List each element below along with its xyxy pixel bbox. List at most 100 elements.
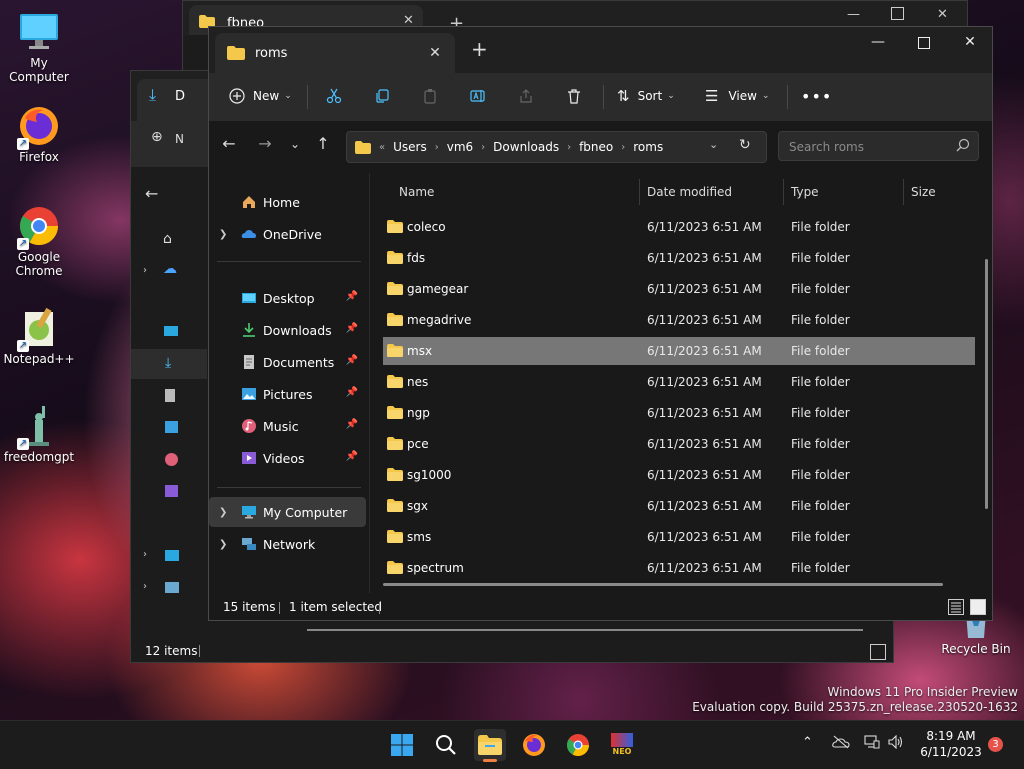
breadcrumb-fbneo[interactable]: fbneo [579,140,613,154]
clock[interactable]: 8:19 AM 6/11/2023 [918,728,984,760]
firefox-taskbar-button[interactable] [518,729,550,761]
details-view-toggle-icon[interactable] [870,644,886,660]
file-row[interactable]: fds 6/11/2023 6:51 AM File folder [383,244,975,272]
desktop-icon[interactable] [164,326,178,336]
maximize-icon[interactable] [891,7,904,20]
file-row[interactable]: pce 6/11/2023 6:51 AM File folder [383,430,975,458]
more-options-icon[interactable]: ••• [801,81,832,111]
search-taskbar-button[interactable] [430,729,462,761]
vertical-scrollbar[interactable] [985,259,988,509]
horizontal-scrollbar[interactable] [383,583,943,586]
file-row[interactable]: sg1000 6/11/2023 6:51 AM File folder [383,461,975,489]
chrome-taskbar-button[interactable] [562,729,594,761]
file-row[interactable]: gamegear 6/11/2023 6:51 AM File folder [383,275,975,303]
nav-item-my-computer[interactable]: ❯ My Computer [209,497,366,527]
music-icon[interactable] [165,453,178,466]
notification-badge[interactable]: 3 [988,737,1003,752]
expand-chevron-icon[interactable]: ❯ [219,229,227,240]
breadcrumb-separator-icon[interactable]: › [435,142,439,153]
copy-icon[interactable] [371,85,393,107]
column-header-type[interactable]: Type [791,179,819,205]
file-row[interactable]: spectrum 6/11/2023 6:51 AM File folder [383,554,975,582]
expand-chevron-icon[interactable]: ❯ [219,507,227,518]
onedrive-offline-icon[interactable] [832,735,850,753]
nav-item-videos[interactable]: Videos 📌 [209,443,366,473]
up-arrow-icon[interactable]: ↑ [313,135,333,155]
refresh-icon[interactable]: ↻ [739,137,751,153]
view-button[interactable]: ☰ View ⌄ [705,81,769,111]
sort-button[interactable]: ⇅ Sort ⌄ [617,81,675,111]
column-header-date-modified[interactable]: Date modified [647,179,732,205]
network-icon[interactable] [165,582,179,593]
details-view-icon[interactable] [948,599,964,615]
column-divider[interactable] [639,179,640,205]
onedrive-icon[interactable]: ☁ [163,261,177,277]
desktop-icon-freedomgpt[interactable]: ↗ freedomgpt [1,404,77,464]
recent-locations-chevron-icon[interactable]: ⌄ [285,135,305,155]
nav-item-home[interactable]: Home [209,187,366,217]
file-row[interactable]: ngp 6/11/2023 6:51 AM File folder [383,399,975,427]
my-computer-icon[interactable] [165,550,179,561]
back-arrow-icon[interactable]: ← [145,184,158,203]
documents-icon[interactable] [165,389,175,402]
new-tab-icon[interactable]: + [471,39,488,59]
breadcrumb-separator-icon[interactable]: › [621,142,625,153]
breadcrumb-vm6[interactable]: vm6 [447,140,473,154]
desktop-icon-my-computer[interactable]: My Computer [1,10,77,84]
file-explorer-taskbar-button[interactable] [474,729,506,762]
breadcrumb-separator-icon[interactable]: › [481,142,485,153]
cut-icon[interactable] [323,85,345,107]
new-plus-icon[interactable]: ⊕ [151,129,163,145]
column-header-name[interactable]: Name [399,179,434,205]
address-bar[interactable]: « Users › vm6 › Downloads › fbneo › roms… [346,131,767,163]
expand-chevron-icon[interactable]: › [143,265,147,276]
search-icon[interactable] [956,138,970,152]
close-window-icon[interactable]: ✕ [937,7,948,22]
new-button[interactable]: New ⌄ [229,81,292,111]
paste-icon[interactable] [419,85,441,107]
column-divider[interactable] [783,179,784,205]
minimize-icon[interactable]: — [847,7,860,22]
close-window-icon[interactable]: ✕ [947,27,992,59]
large-icons-view-icon[interactable] [970,599,986,615]
file-row[interactable]: megadrive 6/11/2023 6:51 AM File folder [383,306,975,334]
breadcrumb-roms[interactable]: roms [633,140,663,154]
tab-roms[interactable]: roms ✕ [215,33,455,73]
file-row[interactable]: sms 6/11/2023 6:51 AM File folder [383,523,975,551]
start-button[interactable] [386,729,418,761]
rename-icon[interactable] [467,85,489,107]
expand-chevron-icon[interactable]: › [143,549,147,560]
desktop-icon-firefox[interactable]: ↗ Firefox [1,104,77,164]
fbneo-taskbar-button[interactable]: NEO [606,729,638,761]
column-header-size[interactable]: Size [911,179,936,205]
nav-item-network[interactable]: ❯ Network [209,529,366,559]
desktop-icon-notepadpp[interactable]: ↗ Notepad++ [1,306,77,366]
desktop-icon-chrome[interactable]: ↗ Google Chrome [1,204,77,278]
file-row[interactable]: coleco 6/11/2023 6:51 AM File folder [383,213,975,241]
column-divider[interactable] [903,179,904,205]
nav-item-pictures[interactable]: Pictures 📌 [209,379,366,409]
file-row[interactable]: msx 6/11/2023 6:51 AM File folder [383,337,975,365]
nav-item-desktop[interactable]: Desktop 📌 [209,283,366,313]
pictures-icon[interactable] [165,421,178,433]
file-row[interactable]: nes 6/11/2023 6:51 AM File folder [383,368,975,396]
back-arrow-icon[interactable]: ← [219,135,239,155]
breadcrumb-downloads[interactable]: Downloads [493,140,559,154]
address-history-chevron-icon[interactable]: ⌄ [709,138,718,151]
pane-splitter[interactable] [369,173,370,593]
minimize-icon[interactable]: — [855,27,901,59]
nav-item-music[interactable]: Music 📌 [209,411,366,441]
breadcrumb-users[interactable]: Users [393,140,427,154]
nav-item-documents[interactable]: Documents 📌 [209,347,366,377]
network-status-icon[interactable] [864,735,880,753]
nav-item-onedrive[interactable]: ❯ OneDrive [209,219,366,249]
videos-icon[interactable] [165,485,178,497]
show-hidden-icons-chevron-icon[interactable]: ⌃ [802,735,813,750]
forward-arrow-icon[interactable]: → [255,135,275,155]
maximize-icon[interactable] [901,27,947,59]
expand-chevron-icon[interactable]: ❯ [219,539,227,550]
search-box[interactable] [778,131,979,161]
share-icon[interactable] [515,85,537,107]
expand-chevron-icon[interactable]: › [143,581,147,592]
nav-item-downloads[interactable]: Downloads 📌 [209,315,366,345]
